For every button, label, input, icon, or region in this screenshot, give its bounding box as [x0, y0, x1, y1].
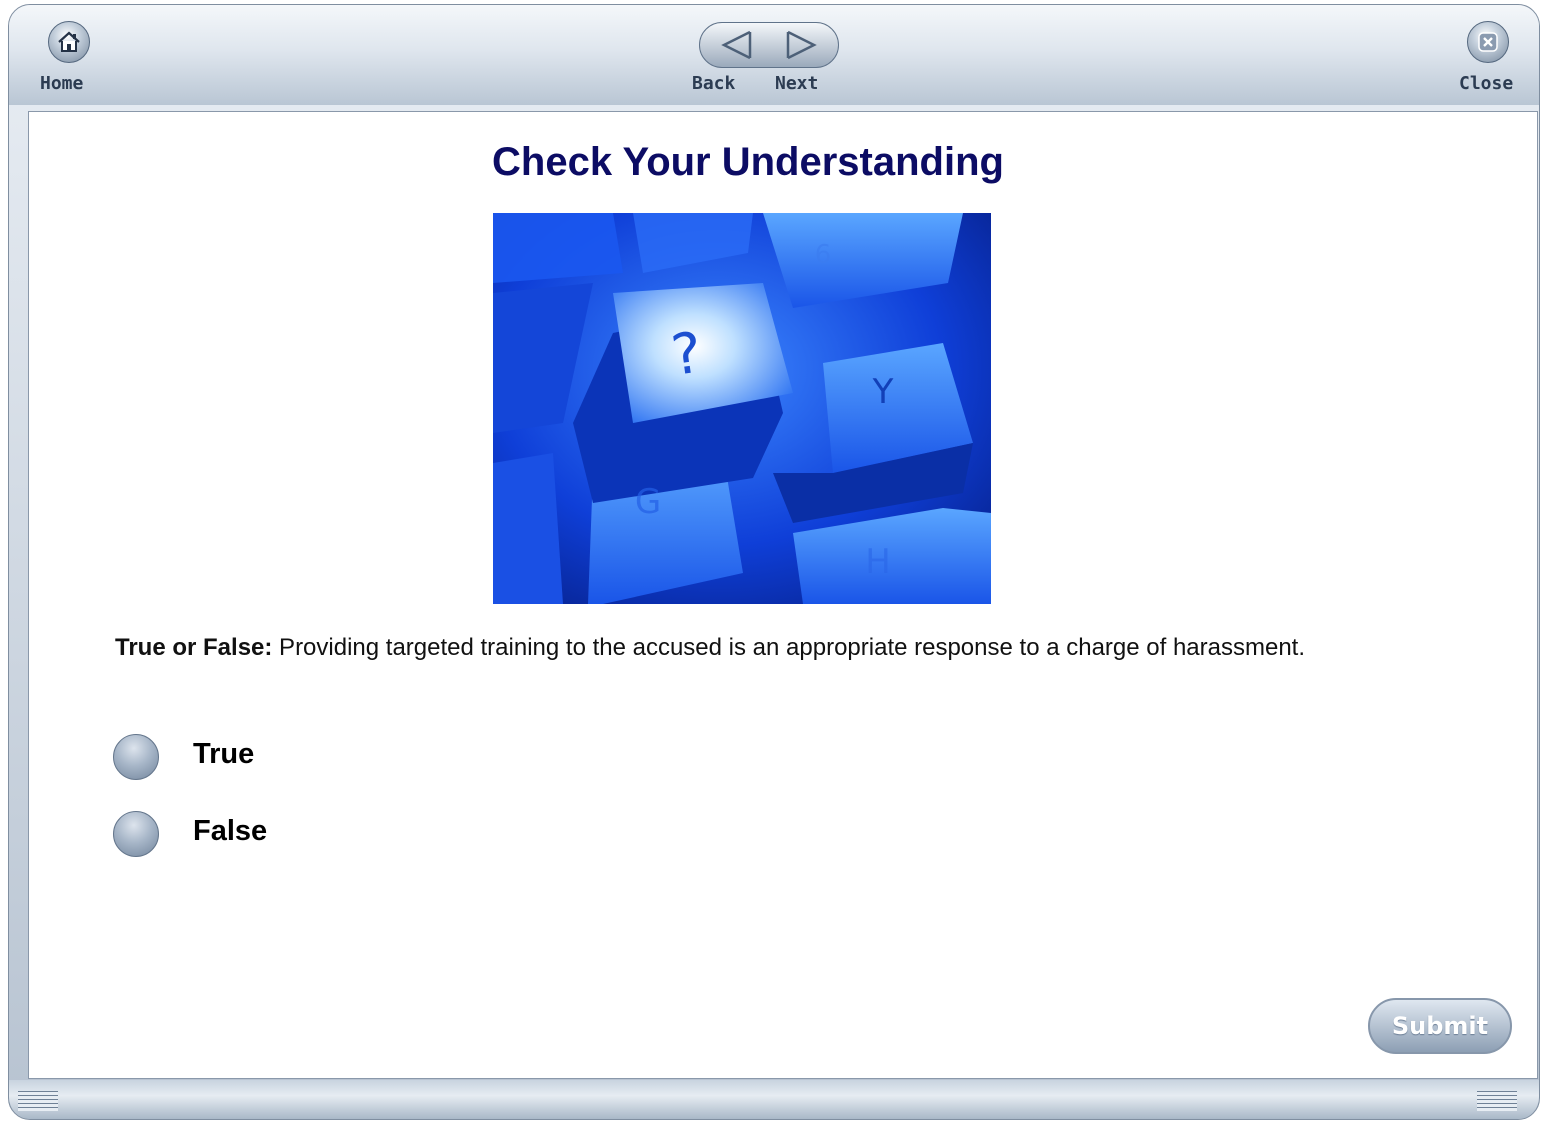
keyboard-question-image: ? Y G H 6 — [493, 213, 991, 604]
option-false[interactable]: False — [113, 811, 513, 857]
left-arrow-icon — [721, 30, 752, 60]
home-icon — [58, 31, 80, 52]
question-body: Providing targeted training to the accus… — [272, 634, 1306, 661]
right-arrow-icon — [786, 30, 817, 60]
option-true[interactable]: True — [113, 734, 513, 780]
home-button[interactable] — [48, 21, 90, 63]
key-letter-h: H — [865, 542, 891, 582]
bottom-status-bar — [9, 1080, 1539, 1119]
key-letter-6: 6 — [815, 240, 832, 270]
back-label: Back — [692, 73, 736, 94]
page-title: Check Your Understanding — [492, 140, 1004, 184]
close-label: Close — [1459, 73, 1514, 94]
app-window: Home Back Next Close Check Your Understa… — [8, 4, 1540, 1120]
option-label: False — [193, 815, 268, 847]
question-prefix: True or False: — [115, 634, 273, 661]
nav-pill — [699, 22, 839, 68]
next-button[interactable] — [770, 26, 834, 64]
radio-button[interactable] — [113, 811, 159, 857]
grip-icon[interactable] — [1477, 1091, 1517, 1111]
close-button[interactable] — [1467, 21, 1509, 63]
top-toolbar: Home Back Next Close — [9, 5, 1539, 105]
home-label: Home — [40, 73, 84, 94]
close-icon — [1478, 32, 1498, 52]
lesson-content: Check Your Understanding ? Y G H 6 True … — [28, 111, 1538, 1079]
key-letter-g: G — [635, 482, 661, 522]
radio-button[interactable] — [113, 734, 159, 780]
key-letter-y: Y — [872, 372, 894, 412]
next-label: Next — [775, 73, 819, 94]
option-label: True — [193, 738, 255, 770]
back-button[interactable] — [704, 26, 768, 64]
grip-icon[interactable] — [18, 1091, 58, 1111]
question-text: True or False: Providing targeted traini… — [115, 634, 1515, 662]
submit-button[interactable]: Submit — [1368, 998, 1512, 1054]
